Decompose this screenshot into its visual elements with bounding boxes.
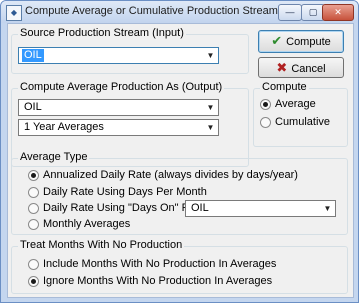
title-bar[interactable]: ◆ Compute Average or Cumulative Producti… [1,1,358,23]
dialog-client-area: Source Production Stream (Input) OIL ▼ ✔… [7,23,354,298]
chevron-down-icon: ▼ [323,204,332,213]
minimize-button[interactable]: — [278,4,302,21]
source-stream-select[interactable]: OIL ▼ [18,47,219,64]
maximize-icon: ▢ [308,7,318,17]
app-window-icon: ◆ [6,5,22,21]
radio-label: Include Months With No Production In Ave… [43,258,277,270]
days-on-source-select[interactable]: OIL ▼ [185,200,336,217]
radio-label: Monthly Averages [43,218,131,230]
dialog-window: ◆ Compute Average or Cumulative Producti… [0,0,359,303]
chevron-down-icon: ▼ [206,103,215,112]
zero-months-group-title: Treat Months With No Production [18,239,185,251]
radio-label: Average [275,98,316,110]
averaging-interval-value: 1 Year Averages [24,121,104,133]
close-button[interactable]: ✕ [322,4,354,21]
close-icon: ✕ [334,7,342,17]
output-group-title: Compute Average Production As (Output) [18,81,225,93]
average-type-group-title: Average Type [18,151,90,163]
radio-label: Daily Rate Using "Days On" From [43,202,208,214]
chevron-down-icon: ▼ [206,123,215,132]
days-on-source-value: OIL [191,202,209,214]
radio-label: Daily Rate Using Days Per Month [43,186,207,198]
cancel-button[interactable]: ✖ Cancel [258,57,344,78]
radio-label: Cumulative [275,116,331,128]
minimize-icon: — [285,7,295,17]
radio-dot [28,187,39,198]
window-title: Compute Average or Cumulative Production… [25,5,278,17]
average-type-group: Average Type Annualized Daily Rate (alwa… [11,151,348,235]
x-cancel-icon: ✖ [276,60,288,75]
radio-dot [28,259,39,270]
source-stream-group-title: Source Production Stream (Input) [18,27,186,39]
cancel-button-label: Cancel [291,63,326,75]
radio-label: Ignore Months With No Production In Aver… [43,275,273,287]
radio-dot [28,170,39,181]
radio-label: Annualized Daily Rate (always divides by… [43,169,298,181]
radio-dot [260,99,271,110]
radio-dot [260,117,271,128]
compute-button-label: Compute [286,36,331,48]
radio-dot [28,276,39,287]
radio-dot [28,203,39,214]
chevron-down-icon: ▼ [206,51,215,60]
checkmark-icon: ✔ [271,33,283,48]
radio-dot [28,219,39,230]
compute-mode-group: Compute Average Cumulative [253,81,348,147]
source-stream-value: OIL [22,49,44,62]
zero-months-group: Treat Months With No Production Include … [11,239,348,294]
output-stream-value: OIL [24,101,42,113]
compute-button[interactable]: ✔ Compute [258,30,344,53]
source-stream-group: Source Production Stream (Input) OIL ▼ [11,27,249,74]
averaging-interval-select[interactable]: 1 Year Averages ▼ [18,119,219,136]
output-stream-select[interactable]: OIL ▼ [18,99,219,116]
compute-mode-group-title: Compute [260,81,309,93]
